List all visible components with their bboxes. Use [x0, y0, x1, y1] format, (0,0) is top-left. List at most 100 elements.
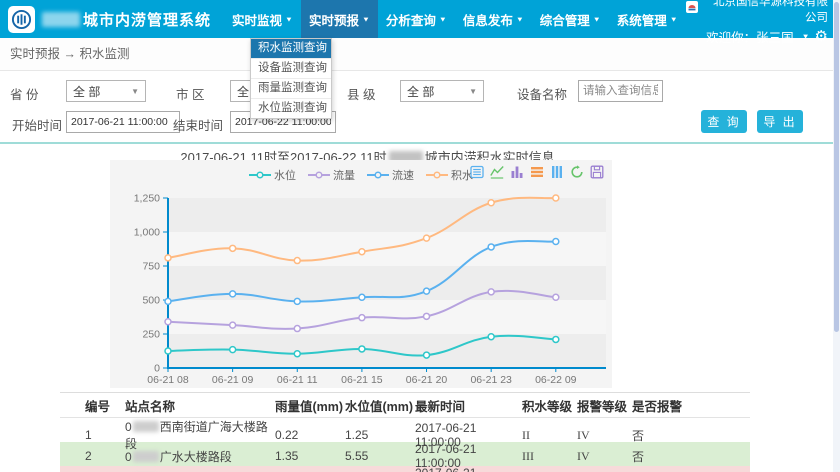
company-name: 北京国信华源科技有限公司 [702, 0, 828, 25]
toolbox-line-chart-icon[interactable] [490, 165, 504, 179]
svg-text:0: 0 [154, 363, 160, 375]
cell-water: 5.55 [345, 449, 415, 463]
chart-toolbox [470, 165, 604, 179]
col-header-alarmed: 是否报警 [632, 396, 692, 415]
start-time-label: 开始时间 [12, 115, 62, 134]
svg-text:06-21 15: 06-21 15 [341, 374, 383, 386]
nav-item-general-manage[interactable]: 综合管理▼ [532, 0, 609, 38]
cell-water: 1.25 [345, 428, 415, 442]
cell-level: II [522, 428, 577, 443]
start-time-input[interactable] [66, 111, 180, 133]
nav-item-realtime-forecast[interactable]: 实时预报▼ [301, 0, 378, 38]
toolbox-stack-icon[interactable] [530, 165, 544, 179]
menu-item-waterlevel-monitor-query[interactable]: 水位监测查询 [251, 99, 331, 118]
device-name-input[interactable] [578, 80, 663, 102]
scrollbar-thumb[interactable] [834, 2, 839, 332]
nav-item-realtime-monitor[interactable]: 实时监视▼ [224, 0, 301, 38]
chevron-down-icon: ▼ [593, 15, 601, 23]
col-header-level: 积水等级 [522, 396, 577, 415]
welcome-area: 欢迎你：张三国 ▼ ⚙ [686, 27, 828, 46]
nav-item-analysis-query[interactable]: 分析查询▼ [378, 0, 455, 38]
cell-station-name: 0广水大楼路段 [125, 448, 275, 465]
cell-level: III [522, 449, 577, 464]
nav-item-info-publish[interactable]: 信息发布▼ [455, 0, 532, 38]
menu-item-water-accumulation-query[interactable]: 积水监测查询 [251, 39, 331, 59]
system-logo-icon [8, 6, 35, 33]
legend-item-流速[interactable]: 流速 [367, 167, 414, 183]
menu-item-device-monitor-query[interactable]: 设备监测查询 [251, 59, 331, 79]
col-header-rain: 雨量值(mm) [275, 396, 345, 415]
app-window: 城市内涝管理系统 实时监视▼ 实时预报▼ 分析查询▼ 信息发布▼ 综合管理▼ 系… [0, 0, 840, 472]
vertical-scrollbar [833, 0, 840, 472]
cell-alarmed: 否 [632, 448, 692, 465]
svg-text:250: 250 [142, 329, 160, 341]
cell-rain: 1.35 [275, 449, 345, 463]
toolbox-bar-chart-icon[interactable] [510, 165, 524, 179]
toolbox-save-image-icon[interactable] [590, 165, 604, 179]
legend-item-积水[interactable]: 积水 [426, 167, 473, 183]
county-select[interactable]: 全 部▼ [400, 80, 484, 102]
main-nav: 实时监视▼ 实时预报▼ 分析查询▼ 信息发布▼ 综合管理▼ 系统管理▼ [224, 0, 686, 38]
county-label: 县 级 [347, 84, 375, 103]
toolbox-data-view-icon[interactable] [470, 165, 484, 179]
province-label: 省 份 [10, 84, 38, 103]
svg-text:06-22 09: 06-22 09 [535, 374, 577, 386]
legend-item-流量[interactable]: 流量 [308, 167, 355, 183]
svg-text:06-21 23: 06-21 23 [470, 374, 512, 386]
legend-item-水位[interactable]: 水位 [249, 167, 296, 183]
cell-alarm-level: IV [577, 428, 632, 443]
toolbox-restore-icon[interactable] [570, 165, 584, 179]
cell-time: 2017-06-21 11:00:00 [415, 466, 522, 472]
end-time-label: 结束时间 [173, 115, 223, 134]
menu-item-rainfall-monitor-query[interactable]: 雨量监测查询 [251, 79, 331, 99]
cell-id: 1 [85, 428, 125, 442]
chevron-down-icon: ▼ [439, 15, 447, 23]
svg-text:500: 500 [142, 295, 160, 307]
system-title-text: 城市内涝管理系统 [83, 9, 211, 30]
query-button[interactable]: 查 询 [701, 110, 747, 133]
station-table: 编号 站点名称 雨量值(mm) 水位值(mm) 最新时间 积水等级 报警等级 是… [60, 392, 750, 472]
line-chart: 02505007501,0001,25006-21 0806-21 0906-2… [110, 160, 612, 388]
company-logo-icon [686, 1, 698, 16]
legend-label: 流速 [392, 167, 414, 183]
svg-text:06-21 20: 06-21 20 [406, 374, 448, 386]
legend-label: 水位 [274, 167, 296, 183]
censored-text [133, 421, 159, 432]
device-name-label: 设备名称 [517, 84, 567, 103]
table-header-row: 编号 站点名称 雨量值(mm) 水位值(mm) 最新时间 积水等级 报警等级 是… [60, 392, 750, 418]
cell-alarmed: 否 [632, 427, 692, 444]
chevron-down-icon: ▼ [802, 32, 810, 40]
toolbox-tiled-icon[interactable] [550, 165, 564, 179]
col-header-alarm-level: 报警等级 [577, 396, 632, 415]
section-divider [0, 142, 833, 144]
topbar-right: 北京国信华源科技有限公司 欢迎你：张三国 ▼ ⚙ [686, 0, 828, 46]
system-title: 城市内涝管理系统 [42, 9, 211, 30]
col-header-station: 站点名称 [125, 396, 275, 415]
chevron-down-icon: ▼ [516, 15, 524, 23]
forecast-dropdown-menu: 积水监测查询 设备监测查询 雨量监测查询 水位监测查询 [250, 38, 332, 119]
company-info: 北京国信华源科技有限公司 [686, 0, 828, 25]
city-label: 市 区 [176, 84, 204, 103]
export-button[interactable]: 导 出 [757, 110, 803, 133]
chevron-down-icon: ▼ [362, 15, 370, 23]
chevron-down-icon: ▼ [670, 15, 678, 23]
cell-alarm-level: IV [577, 449, 632, 464]
top-navbar: 城市内涝管理系统 实时监视▼ 实时预报▼ 分析查询▼ 信息发布▼ 综合管理▼ 系… [0, 0, 840, 38]
table-row: 3 0大楼路段 0.50 888 2017-06-21 11:00:00 I I… [60, 466, 750, 472]
cell-id: 2 [85, 449, 125, 463]
svg-text:750: 750 [142, 261, 160, 273]
col-header-water: 水位值(mm) [345, 396, 415, 415]
censored-text [133, 451, 159, 462]
nav-item-system-manage[interactable]: 系统管理▼ [609, 0, 686, 38]
col-header-time: 最新时间 [415, 396, 522, 415]
chevron-down-icon: ▼ [285, 15, 293, 23]
province-select[interactable]: 全 部▼ [66, 80, 146, 102]
table-row: 1 0西南街道广海大楼路段 0.22 1.25 2017-06-21 11:00… [60, 418, 750, 442]
legend-label: 流量 [333, 167, 355, 183]
svg-text:06-21 09: 06-21 09 [212, 374, 254, 386]
settings-gear-icon[interactable]: ⚙ [815, 29, 828, 44]
col-header-id: 编号 [85, 396, 125, 415]
censored-city-name [42, 12, 80, 27]
welcome-user[interactable]: 欢迎你：张三国 [706, 27, 794, 46]
cell-rain: 0.22 [275, 428, 345, 442]
